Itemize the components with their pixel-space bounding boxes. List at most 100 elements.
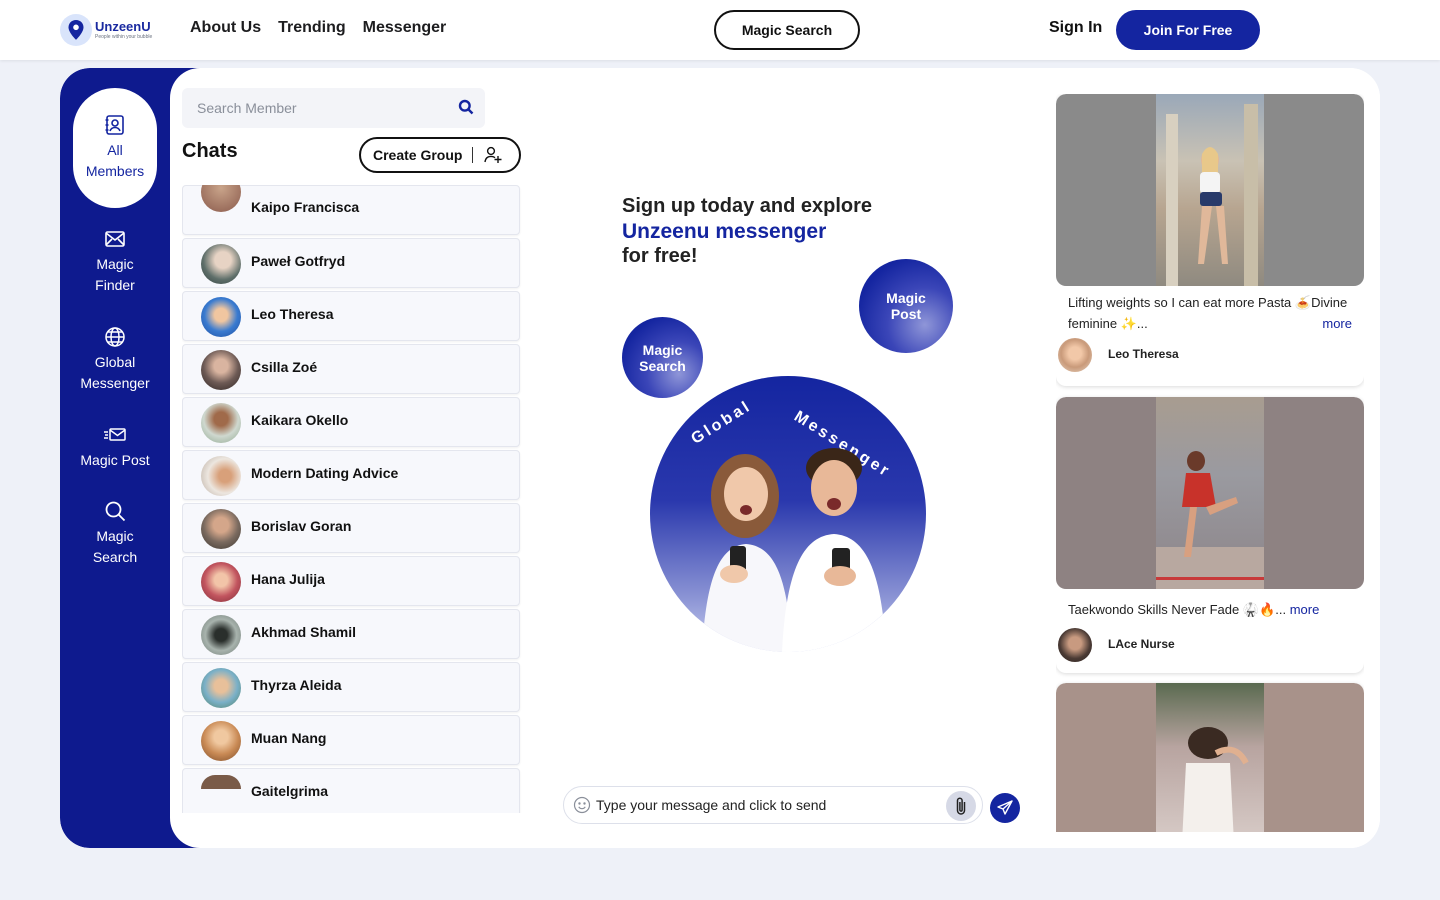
logo-tagline: People within your bubble: [95, 34, 153, 40]
main-panel: All Members Magic Finder Global Messenge…: [60, 68, 1380, 848]
post-caption-text: Lifting weights so I can eat more Pasta …: [1068, 295, 1348, 331]
avatar: [201, 456, 241, 496]
sidebar-item-label: Magic: [96, 256, 134, 272]
magic-post-bubble[interactable]: Magic Post: [859, 259, 953, 353]
post-author[interactable]: Leo Theresa: [1056, 334, 1364, 378]
post-card[interactable]: Taekwondo Skills Never Fade 🥋🔥... more L…: [1056, 397, 1364, 673]
avatar: [201, 721, 241, 761]
sidebar-item-all-members[interactable]: All Members: [73, 88, 157, 208]
sign-in-link[interactable]: Sign In: [1049, 19, 1102, 37]
chat-row[interactable]: Modern Dating Advice: [182, 450, 520, 500]
chat-row[interactable]: Kaipo Francisca: [182, 185, 520, 235]
nav-about-us[interactable]: About Us: [190, 19, 261, 37]
sidebar-item-label: Members: [85, 163, 145, 179]
chat-member-name: Hana Julija: [251, 571, 325, 587]
more-link[interactable]: more: [1322, 313, 1352, 334]
avatar: [201, 509, 241, 549]
chat-row[interactable]: Kaikara Okello: [182, 397, 520, 447]
promo-line-1: Sign up today and explore: [622, 195, 873, 217]
post-video[interactable]: [1056, 683, 1364, 832]
chat-member-name: Leo Theresa: [251, 306, 334, 322]
chat-row[interactable]: Muan Nang: [182, 715, 520, 765]
video-thumbnail: [1156, 94, 1264, 286]
avatar: [201, 185, 241, 212]
promo-line-2: Unzeenu messenger: [622, 220, 827, 243]
chat-row[interactable]: Thyrza Aleida: [182, 662, 520, 712]
avatar: [201, 350, 241, 390]
emoji-icon[interactable]: [573, 796, 591, 819]
avatar: [1058, 338, 1092, 372]
post-caption-text: Taekwondo Skills Never Fade 🥋🔥...: [1068, 602, 1287, 617]
chat-member-name: Csilla Zoé: [251, 359, 318, 375]
chat-member-name: Thyrza Aleida: [251, 677, 342, 693]
join-for-free-button[interactable]: Join For Free: [1116, 10, 1260, 50]
sidebar-item-label: Global: [94, 354, 136, 370]
sidebar-item-label: Search: [92, 549, 138, 565]
chat-row[interactable]: Paweł Gotfryd: [182, 238, 520, 288]
logo-name: UnzeenU: [95, 19, 151, 34]
send-button[interactable]: [990, 793, 1020, 823]
post-video[interactable]: [1056, 94, 1364, 286]
chat-member-name: Kaipo Francisca: [251, 199, 360, 215]
avatar: [1058, 628, 1092, 662]
avatar: [201, 244, 241, 284]
sidebar-item-global-messenger[interactable]: Global Messenger: [73, 326, 157, 394]
attachment-icon[interactable]: [946, 791, 976, 821]
member-search-box: [182, 88, 485, 128]
chat-member-name: Modern Dating Advice: [251, 465, 399, 481]
post-author[interactable]: LAce Nurse: [1056, 624, 1364, 668]
avatar: [201, 297, 241, 337]
chat-row[interactable]: Leo Theresa: [182, 291, 520, 341]
sidebar-item-magic-finder[interactable]: Magic Finder: [73, 228, 157, 296]
sidebar-item-magic-search[interactable]: Magic Search: [73, 500, 157, 568]
contacts-book-icon: [105, 115, 124, 135]
post-caption: Lifting weights so I can eat more Pasta …: [1056, 286, 1364, 334]
sidebar-item-label: Magic: [96, 528, 134, 544]
message-composer: [563, 786, 983, 824]
chat-member-name: Muan Nang: [251, 730, 327, 746]
avatar: [201, 615, 241, 655]
message-input[interactable]: [596, 797, 936, 813]
unzeenu-logo[interactable]: UnzeenU People within your bubble: [60, 12, 160, 48]
chats-title: Chats: [182, 140, 238, 162]
post-caption: Taekwondo Skills Never Fade 🥋🔥... more: [1056, 589, 1364, 620]
member-search-input[interactable]: [197, 100, 447, 116]
paper-plane-icon: [997, 800, 1013, 815]
author-name: LAce Nurse: [1108, 637, 1175, 651]
chat-row[interactable]: Borislav Goran: [182, 503, 520, 553]
chat-list: Kaipo Francisca Paweł Gotfryd Leo Theres…: [182, 185, 522, 813]
global-messenger-illustration: Global Messenger: [650, 376, 926, 652]
chat-row[interactable]: Hana Julija: [182, 556, 520, 606]
sidebar-item-magic-post[interactable]: Magic Post: [73, 424, 157, 471]
nav-trending[interactable]: Trending: [278, 19, 346, 37]
content-area: Chats Create Group Kaipo Francisca Paweł…: [170, 68, 1380, 848]
top-navbar: UnzeenU People within your bubble About …: [0, 0, 1440, 60]
post-card[interactable]: Lifting weights so I can eat more Pasta …: [1056, 94, 1364, 386]
add-user-icon: [484, 146, 502, 163]
avatar: [201, 668, 241, 708]
post-card[interactable]: [1056, 683, 1364, 832]
magic-search-button[interactable]: Magic Search: [714, 10, 860, 50]
avatar: [201, 403, 241, 443]
chat-row[interactable]: Csilla Zoé: [182, 344, 520, 394]
divider: [472, 147, 474, 163]
create-group-label: Create Group: [373, 147, 463, 163]
more-link[interactable]: more: [1290, 602, 1320, 617]
sidebar-item-label: Magic Post: [80, 452, 150, 468]
create-group-button[interactable]: Create Group: [359, 137, 521, 173]
avatar: [201, 775, 241, 789]
fast-mail-icon: [104, 428, 126, 441]
promo-heading: Sign up today and explore Unzeenu messen…: [622, 194, 942, 269]
author-name: Leo Theresa: [1108, 347, 1179, 361]
chat-row[interactable]: Gaitelgrima: [182, 768, 520, 813]
chat-member-name: Gaitelgrima: [251, 783, 329, 799]
sidebar-item-label: All: [107, 142, 123, 158]
search-icon[interactable]: [458, 99, 474, 120]
nav-messenger[interactable]: Messenger: [363, 19, 447, 37]
avatar: [201, 562, 241, 602]
post-video[interactable]: [1056, 397, 1364, 589]
globe-icon: [105, 327, 125, 347]
couple-illustration: [702, 448, 886, 652]
post-feed: Lifting weights so I can eat more Pasta …: [1056, 94, 1364, 832]
chat-row[interactable]: Akhmad Shamil: [182, 609, 520, 659]
